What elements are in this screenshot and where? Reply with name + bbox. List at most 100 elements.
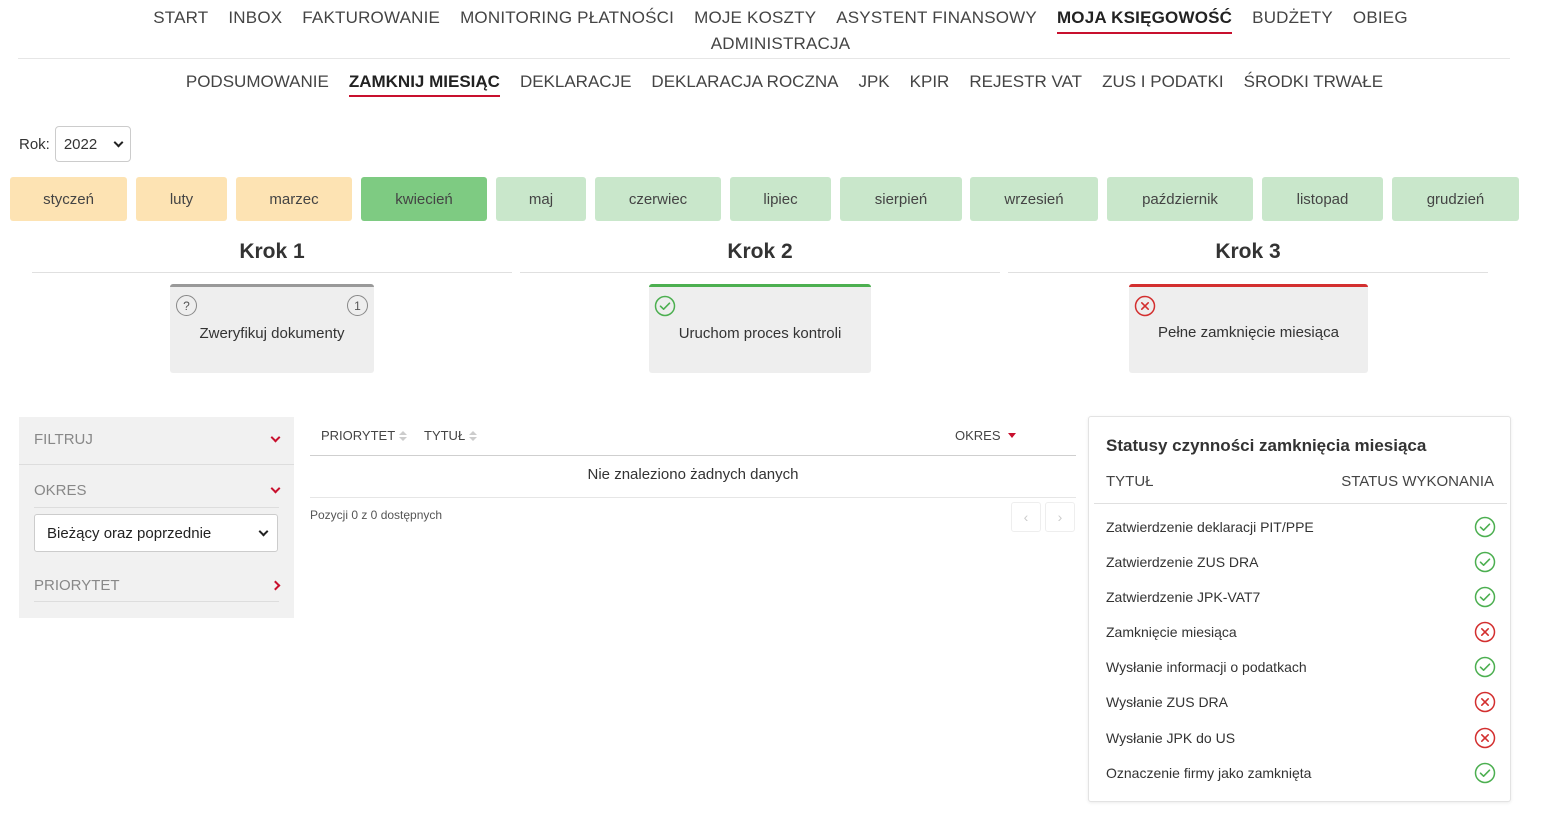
main-navigation: START INBOX FAKTUROWANIE MONITORING PŁAT…	[0, 8, 1561, 60]
subnav-rejestr-vat[interactable]: REJESTR VAT	[969, 72, 1082, 97]
status-col-title: TYTUŁ	[1106, 473, 1154, 490]
table-bottom-line	[310, 497, 1076, 498]
priorytet-toggle[interactable]: PRIORYTET	[34, 577, 281, 594]
step-2-label: Uruchom proces kontroli	[678, 325, 842, 342]
step-3-title: Krok 3	[1215, 240, 1281, 263]
nav-item-start[interactable]: START	[153, 8, 208, 34]
check-circle-icon	[1474, 762, 1496, 784]
subnav-zamknij-miesiac[interactable]: ZAMKNIJ MIESIĄC	[348, 72, 500, 97]
status-row-label: Zatwierdzenie ZUS DRA	[1106, 554, 1259, 570]
filter-label: FILTRUJ	[34, 431, 93, 448]
status-row-label: Zatwierdzenie JPK-VAT7	[1106, 589, 1261, 605]
step-2-card[interactable]: Uruchom proces kontroli	[649, 284, 871, 373]
month-listopad[interactable]: listopad	[1262, 177, 1383, 221]
month-styczen[interactable]: styczeń	[10, 177, 127, 221]
error-circle-icon	[1474, 621, 1496, 643]
status-row-label: Oznaczenie firmy jako zamknięta	[1106, 765, 1312, 781]
status-row: Wysłanie ZUS DRA	[1106, 690, 1496, 714]
status-row: Oznaczenie firmy jako zamknięta	[1106, 761, 1496, 785]
sort-desc-icon	[1007, 433, 1016, 438]
subnav-srodki-trwale[interactable]: ŚRODKI TRWAŁE	[1244, 72, 1384, 97]
nav-item-asystent-finansowy[interactable]: ASYSTENT FINANSOWY	[836, 8, 1037, 34]
subnav-deklaracja-roczna[interactable]: DEKLARACJA ROCZNA	[651, 72, 838, 97]
error-circle-icon	[1474, 727, 1496, 749]
step-1-divider	[32, 272, 512, 273]
subnav-jpk[interactable]: JPK	[858, 72, 889, 97]
status-row: Wysłanie informacji o podatkach	[1106, 655, 1496, 679]
okres-select[interactable]: Bieżący oraz poprzednie	[34, 514, 278, 552]
month-czerwiec[interactable]: czerwiec	[595, 177, 721, 221]
step-3-divider	[1008, 272, 1488, 273]
check-circle-icon	[1474, 586, 1496, 608]
status-row: Zatwierdzenie deklaracji PIT/PPE	[1106, 515, 1496, 539]
status-row-label: Wysłanie informacji o podatkach	[1106, 659, 1307, 675]
nav-item-moje-koszty[interactable]: MOJE KOSZTY	[694, 8, 816, 34]
okres-separator	[34, 507, 279, 508]
priorytet-separator	[34, 601, 279, 602]
column-header-priorytet[interactable]: PRIORYTET	[321, 428, 408, 443]
chevron-down-icon	[270, 432, 281, 443]
nav-item-monitoring-platnosci[interactable]: MONITORING PŁATNOŚCI	[460, 8, 674, 34]
status-row: Zamknięcie miesiąca	[1106, 620, 1496, 644]
year-value: 2022	[63, 135, 98, 153]
pagination-prev-button[interactable]: ‹	[1011, 502, 1041, 532]
status-row-label: Wysłanie ZUS DRA	[1106, 694, 1229, 710]
nav-item-budzety[interactable]: BUDŻETY	[1252, 8, 1333, 34]
month-kwiecien[interactable]: kwiecień	[361, 177, 487, 221]
month-marzec[interactable]: marzec	[236, 177, 352, 221]
status-row: Wysłanie JPK do US	[1106, 726, 1496, 750]
month-pazdziernik[interactable]: październik	[1107, 177, 1253, 221]
month-luty[interactable]: luty	[136, 177, 227, 221]
status-row-label: Zamknięcie miesiąca	[1106, 624, 1237, 640]
step-2-divider	[520, 272, 1000, 273]
status-header-line	[1094, 503, 1507, 504]
okres-toggle[interactable]: OKRES	[34, 482, 281, 499]
error-circle-icon	[1474, 691, 1496, 713]
nav-item-inbox[interactable]: INBOX	[228, 8, 282, 34]
subnav-kpir[interactable]: KPIR	[910, 72, 950, 97]
priorytet-label: PRIORYTET	[34, 577, 120, 594]
month-grudzien[interactable]: grudzień	[1392, 177, 1519, 221]
year-label: Rok:	[19, 135, 50, 153]
month-lipiec[interactable]: lipiec	[730, 177, 831, 221]
filter-panel: FILTRUJ OKRES Bieżący oraz poprzednie PR…	[19, 417, 294, 618]
column-header-okres[interactable]: OKRES	[955, 428, 1016, 443]
step-3-label: Pełne zamknięcie miesiąca	[1158, 324, 1339, 341]
subnav-podsumowanie[interactable]: PODSUMOWANIE	[186, 72, 329, 97]
status-row: Zatwierdzenie ZUS DRA	[1106, 550, 1496, 574]
step-1-card[interactable]: ? 1 Zweryfikuj dokumenty	[170, 284, 374, 373]
okres-value: Bieżący oraz poprzednie	[47, 524, 212, 542]
nav-item-obieg[interactable]: OBIEG	[1353, 8, 1408, 34]
column-tytul-label: TYTUŁ	[424, 428, 466, 443]
subnav-deklaracje[interactable]: DEKLARACJE	[520, 72, 631, 97]
check-circle-icon	[1474, 656, 1496, 678]
chevron-down-icon	[113, 137, 124, 147]
pagination-next-button[interactable]: ›	[1045, 502, 1075, 532]
month-sierpien[interactable]: sierpień	[840, 177, 962, 221]
sort-icon	[399, 430, 408, 441]
nav-item-fakturowanie[interactable]: FAKTUROWANIE	[302, 8, 440, 34]
subnav-zus-i-podatki[interactable]: ZUS I PODATKI	[1102, 72, 1224, 97]
check-circle-icon	[654, 295, 676, 317]
main-nav-row-2: ADMINISTRACJA	[0, 34, 1561, 60]
nav-item-moja-ksiegowosc[interactable]: MOJA KSIĘGOWOŚĆ	[1056, 8, 1233, 34]
status-panel-title: Statusy czynności zamknięcia miesiąca	[1106, 436, 1427, 455]
filter-separator	[19, 464, 294, 465]
step-3-card[interactable]: Pełne zamknięcie miesiąca	[1129, 284, 1368, 373]
empty-table-message: Nie znaleziono żadnych danych	[587, 466, 799, 483]
status-row: Zatwierdzenie JPK-VAT7	[1106, 585, 1496, 609]
month-wrzesien[interactable]: wrzesień	[970, 177, 1098, 221]
column-header-tytul[interactable]: TYTUŁ	[424, 428, 478, 443]
chevron-down-icon	[258, 526, 269, 536]
question-icon: ?	[176, 295, 197, 316]
sort-icon	[469, 430, 478, 441]
chevron-down-icon	[270, 483, 281, 494]
status-row-label: Zatwierdzenie deklaracji PIT/PPE	[1106, 519, 1314, 535]
check-circle-icon	[1474, 551, 1496, 573]
filter-toggle[interactable]: FILTRUJ	[34, 431, 281, 448]
error-circle-icon	[1134, 295, 1156, 317]
nav-item-administracja[interactable]: ADMINISTRACJA	[711, 34, 851, 60]
year-select[interactable]: 2022	[54, 126, 131, 162]
month-maj[interactable]: maj	[496, 177, 586, 221]
step-1-count-badge: 1	[347, 295, 368, 316]
